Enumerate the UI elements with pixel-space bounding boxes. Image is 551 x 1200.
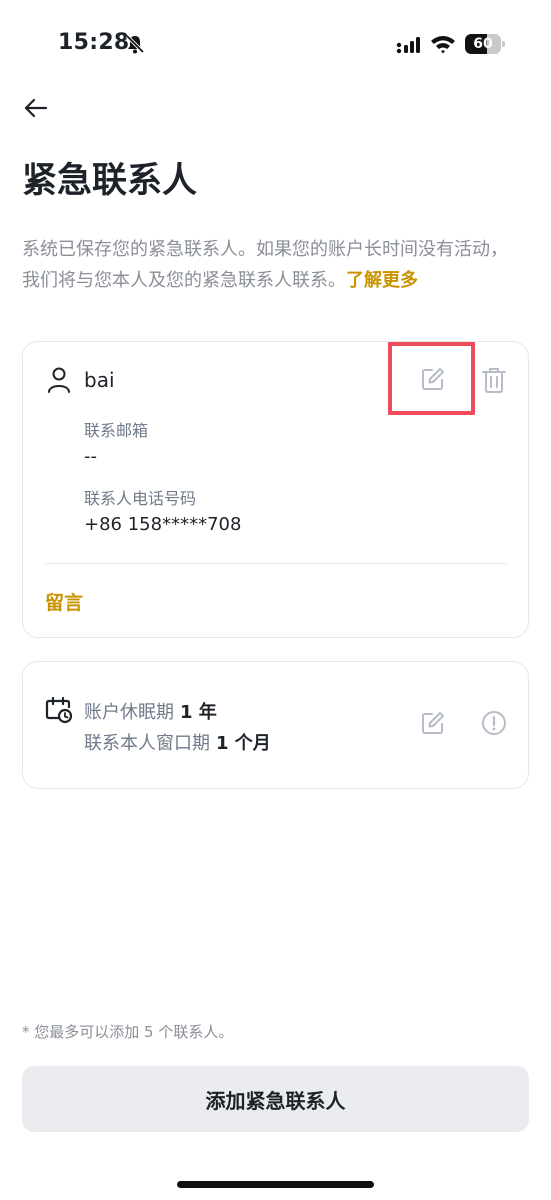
- battery-level: 60: [473, 36, 493, 52]
- phone-label: 联系人电话号码: [84, 489, 197, 508]
- window-label: 联系本人窗口期: [84, 733, 210, 754]
- phone-value: +86 158*****708: [84, 514, 242, 535]
- description-text: 系统已保存您的紧急联系人。如果您的账户长时间没有活动，我们将与您本人及您的紧急联…: [22, 239, 508, 291]
- home-indicator: [177, 1181, 374, 1188]
- arrow-left-icon: [24, 98, 48, 118]
- window-value: 1 个月: [216, 733, 271, 754]
- contact-limit-note: * 您最多可以添加 5 个联系人。: [22, 1023, 234, 1041]
- dormancy-value: 1 年: [180, 702, 217, 723]
- message-link[interactable]: 留言: [45, 588, 83, 615]
- contact-name: bai: [84, 368, 115, 392]
- dormancy-card: 账户休眠期 1 年 联系本人窗口期 1 个月: [22, 661, 529, 789]
- trash-icon[interactable]: [481, 366, 507, 394]
- email-value: --: [84, 446, 97, 467]
- edit-icon[interactable]: [420, 710, 446, 736]
- card-divider: [45, 563, 507, 564]
- dormancy-label: 账户休眠期: [84, 702, 174, 723]
- battery-icon: 60: [465, 34, 505, 54]
- email-label: 联系邮箱: [84, 421, 149, 440]
- wifi-icon: [431, 36, 455, 54]
- learn-more-link[interactable]: 了解更多: [346, 270, 418, 291]
- dormancy-period-row: 账户休眠期 1 年: [84, 698, 217, 724]
- signal-icon: [396, 37, 420, 54]
- status-time: 15:28: [58, 30, 130, 55]
- bell-muted-icon: [125, 34, 145, 54]
- page-title: 紧急联系人: [22, 161, 198, 201]
- highlight-box: [388, 342, 475, 415]
- status-bar: 15:28 60: [0, 0, 551, 90]
- person-icon: [48, 367, 70, 393]
- back-button[interactable]: [20, 92, 52, 124]
- contact-window-row: 联系本人窗口期 1 个月: [84, 729, 271, 755]
- add-emergency-contact-button[interactable]: 添加紧急联系人: [22, 1066, 529, 1132]
- page-description: 系统已保存您的紧急联系人。如果您的账户长时间没有活动，我们将与您本人及您的紧急联…: [22, 234, 522, 296]
- calendar-clock-icon: [45, 696, 73, 724]
- contact-card: bai 联系邮箱 -- 联系人电话号码 +86 158*****708 留言: [22, 341, 529, 638]
- info-icon[interactable]: [481, 710, 507, 736]
